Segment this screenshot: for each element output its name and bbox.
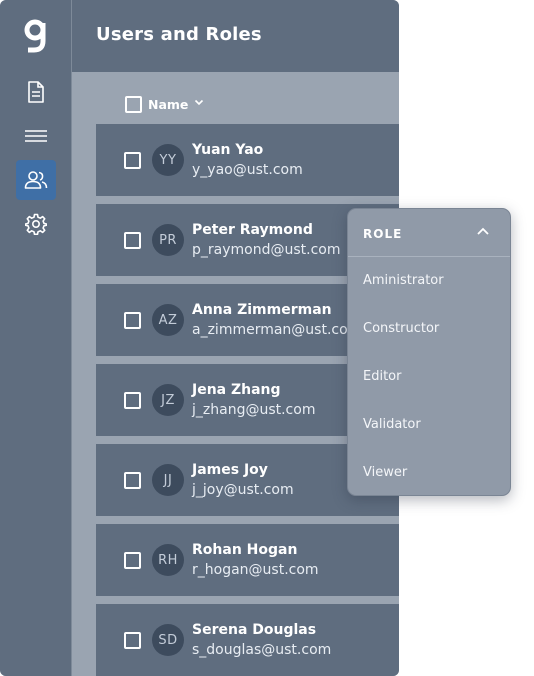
chevron-up-icon[interactable] <box>476 226 490 236</box>
role-dropdown-header[interactable]: ROLE <box>348 209 510 257</box>
user-name: James Joy <box>192 462 268 478</box>
brand-logo-icon[interactable] <box>18 16 54 56</box>
row-checkbox[interactable] <box>124 472 141 489</box>
user-name: Jena Zhang <box>192 382 281 398</box>
avatar: YY <box>152 144 184 176</box>
table-header: Name <box>72 72 399 124</box>
menu-lines-icon <box>25 130 47 142</box>
user-email: j_joy@ust.com <box>192 482 294 498</box>
row-checkbox[interactable] <box>124 312 141 329</box>
row-checkbox[interactable] <box>124 392 141 409</box>
role-option-viewer[interactable]: Viewer <box>363 465 407 480</box>
user-email: s_douglas@ust.com <box>192 642 332 658</box>
table-row[interactable]: RH Rohan Hogan r_hogan@ust.com <box>96 524 399 596</box>
table-row[interactable]: SD Serena Douglas s_douglas@ust.com <box>96 604 399 676</box>
avatar: AZ <box>152 304 184 336</box>
sidebar-item-users[interactable] <box>16 160 56 200</box>
row-checkbox[interactable] <box>124 552 141 569</box>
role-dropdown: ROLE Aministrator Constructor Editor Val… <box>347 208 511 496</box>
select-all-checkbox[interactable] <box>125 96 142 113</box>
sidebar <box>0 0 72 676</box>
row-checkbox[interactable] <box>124 152 141 169</box>
avatar: RH <box>152 544 184 576</box>
avatar: SD <box>152 624 184 656</box>
avatar: JJ <box>152 464 184 496</box>
user-name: Peter Raymond <box>192 222 313 238</box>
user-name: Anna Zimmerman <box>192 302 332 318</box>
users-icon <box>24 171 48 189</box>
sidebar-item-settings[interactable] <box>16 204 56 244</box>
user-name: Rohan Hogan <box>192 542 298 558</box>
user-email: j_zhang@ust.com <box>192 402 316 418</box>
page-header: Users and Roles <box>72 0 399 72</box>
role-option-editor[interactable]: Editor <box>363 369 401 384</box>
sidebar-item-documents[interactable] <box>16 72 56 112</box>
user-email: y_yao@ust.com <box>192 162 303 178</box>
role-option-constructor[interactable]: Constructor <box>363 321 439 336</box>
chevron-down-icon[interactable] <box>194 99 204 106</box>
role-dropdown-title: ROLE <box>363 227 403 241</box>
role-option-validator[interactable]: Validator <box>363 417 421 432</box>
row-checkbox[interactable] <box>124 632 141 649</box>
app-window: Users and Roles Name YY Yuan Yao y_yao@u… <box>0 0 399 676</box>
user-email: a_zimmerman@ust.com <box>192 322 362 338</box>
document-icon <box>28 81 44 103</box>
page-title: Users and Roles <box>96 24 262 45</box>
row-checkbox[interactable] <box>124 232 141 249</box>
role-option-administrator[interactable]: Aministrator <box>363 273 444 288</box>
sidebar-item-list[interactable] <box>16 116 56 156</box>
avatar: PR <box>152 224 184 256</box>
avatar: JZ <box>152 384 184 416</box>
user-name: Serena Douglas <box>192 622 317 638</box>
user-email: p_raymond@ust.com <box>192 242 341 258</box>
user-email: r_hogan@ust.com <box>192 562 319 578</box>
gear-icon <box>25 213 47 235</box>
name-column-sort[interactable]: Name <box>148 97 188 112</box>
user-name: Yuan Yao <box>192 142 264 158</box>
table-row[interactable]: YY Yuan Yao y_yao@ust.com <box>96 124 399 196</box>
